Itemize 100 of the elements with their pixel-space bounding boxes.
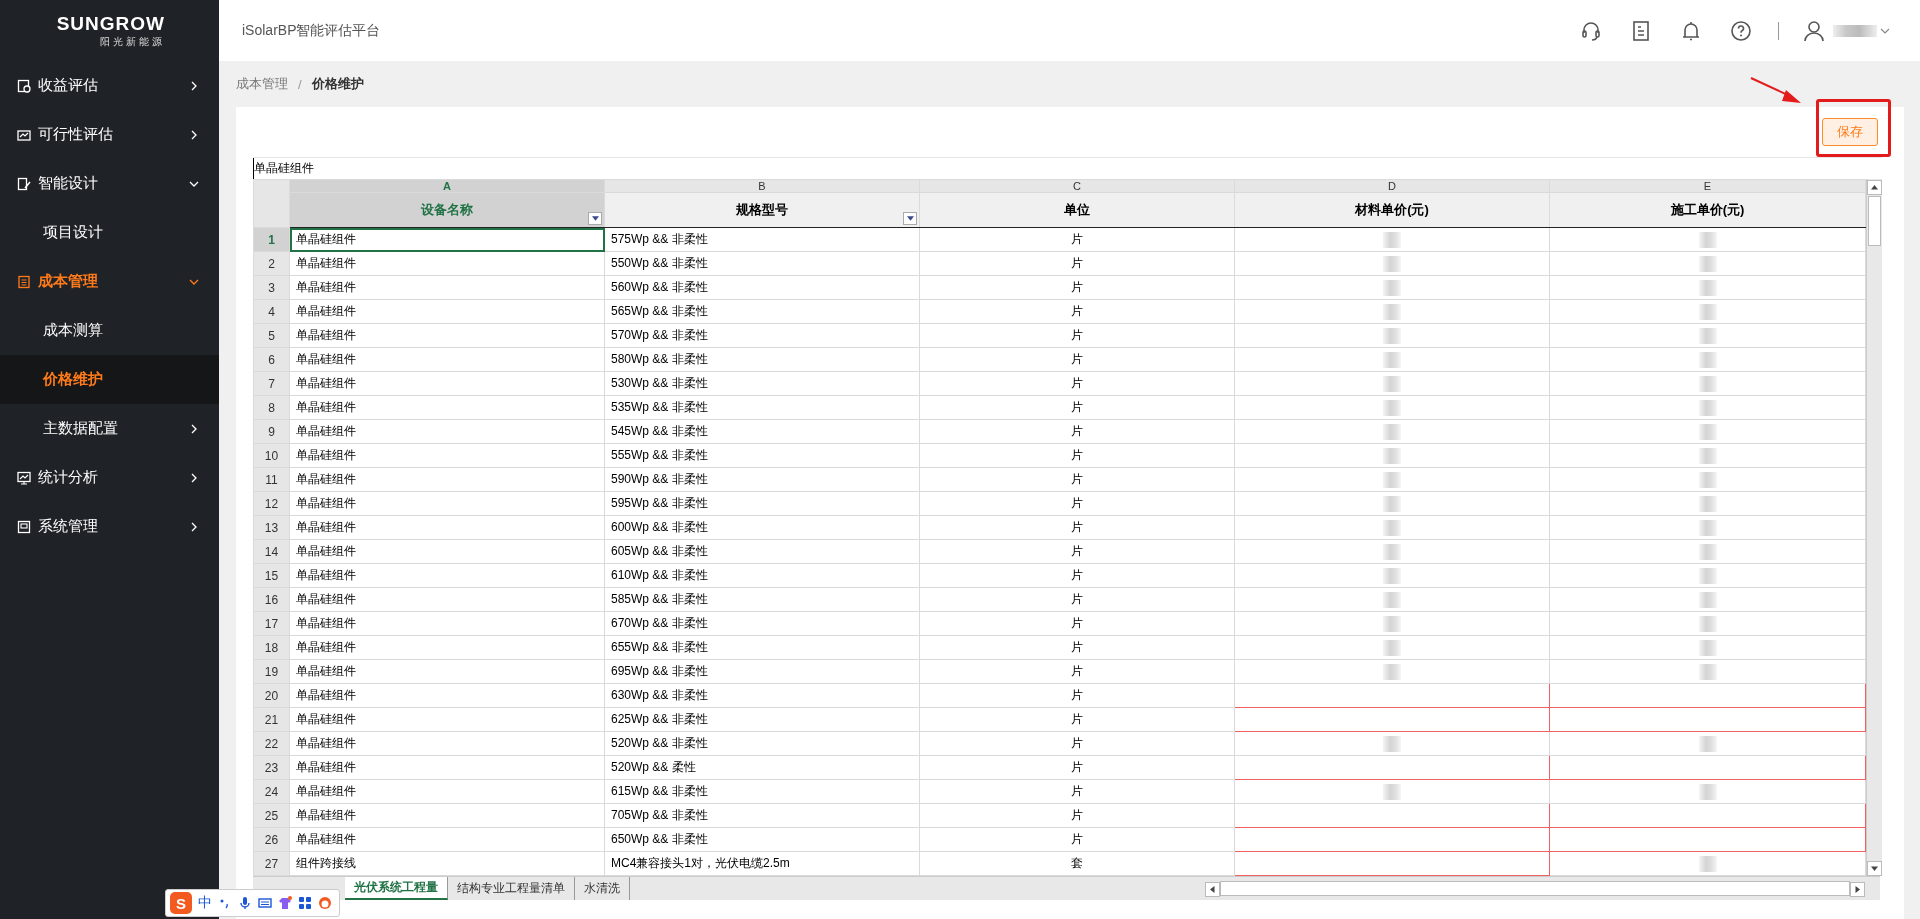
- blurred-value: [1698, 615, 1717, 632]
- bell-icon[interactable]: [1680, 19, 1702, 42]
- row-number[interactable]: 12: [253, 491, 290, 516]
- column-letter[interactable]: C: [919, 179, 1235, 193]
- scroll-up-icon[interactable]: [1867, 180, 1882, 195]
- sheet-tab[interactable]: 结构专业工程量清单: [448, 877, 575, 900]
- sidebar-subitem-label: 主数据配置: [43, 419, 119, 438]
- blurred-value: [1383, 327, 1401, 344]
- table-cell: 615Wp && 非柔性: [604, 779, 920, 804]
- breadcrumb-link[interactable]: 成本管理: [236, 75, 288, 93]
- column-header-label: 规格型号: [736, 202, 788, 217]
- blurred-value: [1698, 351, 1717, 368]
- row-number[interactable]: 23: [253, 755, 290, 780]
- row-number[interactable]: 10: [253, 443, 290, 468]
- invalid-cell[interactable]: [1234, 803, 1550, 828]
- table-cell: 片: [919, 419, 1235, 444]
- row-number[interactable]: 8: [253, 395, 290, 420]
- row-number[interactable]: 11: [253, 467, 290, 492]
- sidebar-item[interactable]: 可行性评估: [0, 110, 219, 159]
- help-icon[interactable]: [1730, 19, 1752, 42]
- table-cell: 片: [919, 635, 1235, 660]
- invalid-cell[interactable]: [1234, 827, 1550, 852]
- row-number[interactable]: 1: [253, 227, 290, 252]
- invalid-cell[interactable]: [1549, 683, 1866, 708]
- row-number[interactable]: 27: [253, 851, 290, 876]
- blurred-value: [1383, 591, 1401, 608]
- invalid-cell[interactable]: [1549, 803, 1866, 828]
- monitor-chart-icon: [17, 470, 31, 485]
- dropdown-arrow-icon[interactable]: [591, 216, 599, 221]
- vertical-scrollbar[interactable]: [1866, 179, 1882, 876]
- scroll-thumb[interactable]: [1868, 196, 1881, 246]
- horizontal-scrollbar[interactable]: [1220, 881, 1850, 896]
- row-number[interactable]: 18: [253, 635, 290, 660]
- row-number[interactable]: 2: [253, 251, 290, 276]
- sidebar-item[interactable]: 收益评估: [0, 61, 219, 110]
- row-number[interactable]: 13: [253, 515, 290, 540]
- column-letter[interactable]: B: [604, 179, 920, 193]
- sidebar-item[interactable]: 成本管理: [0, 257, 219, 306]
- table-cell: 单晶硅组件: [289, 539, 605, 564]
- blurred-value: [1698, 639, 1717, 656]
- row-number[interactable]: 17: [253, 611, 290, 636]
- row-number[interactable]: 26: [253, 827, 290, 852]
- sidebar-item[interactable]: 统计分析: [0, 453, 219, 502]
- sheet-tab[interactable]: 光伏系统工程量: [345, 877, 448, 900]
- sidebar-item[interactable]: 智能设计: [0, 159, 219, 208]
- shirt-icon[interactable]: [278, 896, 292, 910]
- row-number[interactable]: 3: [253, 275, 290, 300]
- dropdown-arrow-icon[interactable]: [906, 216, 914, 221]
- row-number[interactable]: 5: [253, 323, 290, 348]
- document-icon[interactable]: [1630, 19, 1652, 42]
- column-letter[interactable]: E: [1549, 179, 1866, 193]
- blurred-value: [1383, 255, 1401, 272]
- invalid-cell[interactable]: [1234, 707, 1550, 732]
- row-number[interactable]: 19: [253, 659, 290, 684]
- blurred-value: [1698, 735, 1717, 752]
- sidebar-item[interactable]: 系统管理: [0, 502, 219, 551]
- sidebar-subitem[interactable]: 价格维护: [0, 355, 219, 404]
- caret-down-icon[interactable]: [1880, 26, 1890, 35]
- row-number[interactable]: 16: [253, 587, 290, 612]
- row-number[interactable]: 20: [253, 683, 290, 708]
- scroll-right-icon[interactable]: [1850, 881, 1865, 897]
- table-cell: 555Wp && 非柔性: [604, 443, 920, 468]
- row-number[interactable]: 9: [253, 419, 290, 444]
- invalid-cell[interactable]: [1549, 755, 1866, 780]
- keyboard-icon[interactable]: [258, 896, 272, 910]
- invalid-cell[interactable]: [1549, 827, 1866, 852]
- column-letter[interactable]: A: [289, 179, 605, 193]
- sidebar-subitem[interactable]: 主数据配置: [0, 404, 219, 453]
- sheet-tab[interactable]: 水清洗: [575, 877, 630, 900]
- apps-icon[interactable]: [298, 896, 312, 910]
- table-cell: 片: [919, 491, 1235, 516]
- sidebar-subitem[interactable]: 成本测算: [0, 306, 219, 355]
- invalid-cell[interactable]: [1234, 851, 1550, 876]
- column-letter[interactable]: D: [1234, 179, 1550, 193]
- table-cell: 单晶硅组件: [289, 827, 605, 852]
- invalid-cell[interactable]: [1234, 755, 1550, 780]
- invalid-cell[interactable]: [1234, 683, 1550, 708]
- filter-dropdown-button[interactable]: [903, 212, 917, 225]
- row-number[interactable]: 25: [253, 803, 290, 828]
- table-cell: 单晶硅组件: [289, 443, 605, 468]
- microphone-icon[interactable]: [238, 896, 252, 910]
- row-number[interactable]: 22: [253, 731, 290, 756]
- filter-dropdown-button[interactable]: [588, 212, 602, 225]
- row-number[interactable]: 15: [253, 563, 290, 588]
- table-cell: 单晶硅组件: [289, 371, 605, 396]
- headset-icon[interactable]: [1580, 19, 1602, 42]
- input-mode-toggle[interactable]: 中: [198, 894, 212, 912]
- row-number[interactable]: 14: [253, 539, 290, 564]
- row-number[interactable]: 21: [253, 707, 290, 732]
- user-icon[interactable]: [1803, 19, 1825, 42]
- invalid-cell[interactable]: [1549, 707, 1866, 732]
- row-number[interactable]: 4: [253, 299, 290, 324]
- scroll-down-icon[interactable]: [1867, 861, 1882, 876]
- row-number[interactable]: 6: [253, 347, 290, 372]
- blurred-value: [1698, 567, 1717, 584]
- table-cell: 片: [919, 395, 1235, 420]
- sidebar-subitem[interactable]: 项目设计: [0, 208, 219, 257]
- row-number[interactable]: 7: [253, 371, 290, 396]
- row-number[interactable]: 24: [253, 779, 290, 804]
- scroll-left-icon[interactable]: [1205, 881, 1220, 897]
